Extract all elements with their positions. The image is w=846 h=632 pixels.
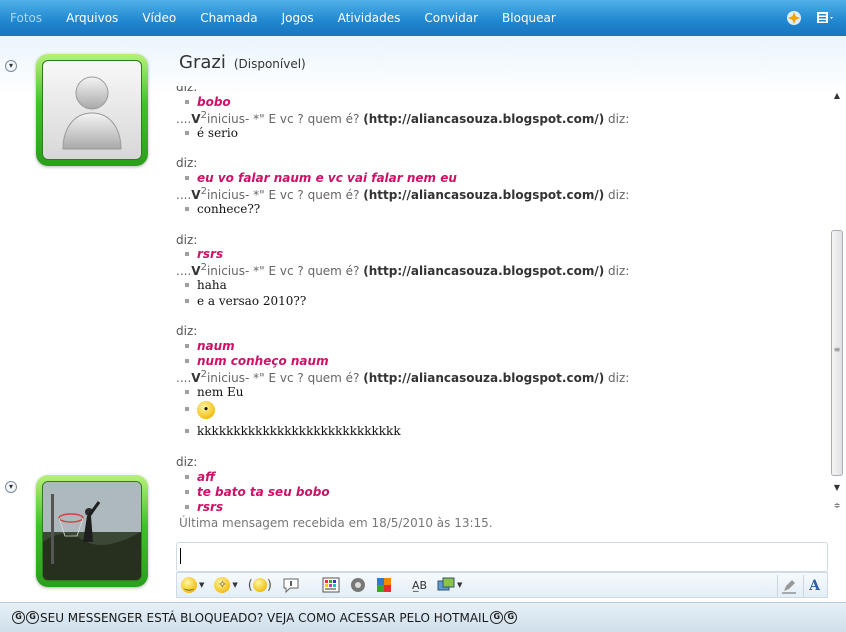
sender-header: ....V2inicius- *" E vc ? quem é? (http:/… — [176, 186, 630, 202]
spellcheck-icon[interactable]: A̲B — [412, 574, 427, 596]
chevron-down-icon[interactable]: ▾ — [5, 60, 17, 72]
smiley-icon[interactable]: ‿ ▼ — [181, 574, 204, 596]
ink-icon[interactable] — [777, 575, 799, 597]
confused-emoticon-icon: • — [197, 401, 215, 419]
message-line: nem Eu — [176, 385, 244, 399]
sender-header: ....V2inicius- *" E vc ? quem é? (http:/… — [176, 369, 630, 385]
compose-toolbar: ‿ ▼ ✧ ▼ () A̲B ▼ A — [176, 572, 828, 598]
menu-atividades[interactable]: Atividades — [338, 11, 401, 25]
scroll-expand-icon[interactable]: ≑ — [830, 500, 844, 512]
wink-icon[interactable]: ✧ ▼ — [214, 574, 238, 596]
conversation-history[interactable]: diz: bobo ....V2inicius- *" E vc ? quem … — [176, 86, 830, 514]
nudge-icon[interactable]: () — [248, 574, 272, 596]
menu-jogos[interactable]: Jogos — [282, 11, 314, 25]
message-line: eu vo falar naum e vc vai falar nem eu — [176, 171, 457, 185]
menu-fotos[interactable]: Fotos — [10, 11, 42, 25]
message-line: haha — [176, 278, 227, 292]
games-share-icon[interactable] — [376, 574, 392, 596]
default-user-icon — [62, 76, 122, 150]
message-line: naum — [176, 339, 235, 353]
menubar: Fotos Arquivos Vídeo Chamada Jogos Ativi… — [0, 0, 846, 36]
logo-g-icon: G — [12, 611, 25, 624]
message-line: rsrs — [176, 247, 223, 261]
scroll-down-arrow-icon[interactable]: ▼ — [830, 482, 844, 494]
display-pictures-icon[interactable]: ▼ — [437, 574, 462, 596]
ad-banner-text[interactable]: SEU MESSENGER ESTÁ BLOQUEADO? VEJA COMO … — [40, 611, 488, 625]
contact-name: Grazi — [179, 52, 226, 73]
sender-header: ....V2inicius- *" E vc ? quem é? (http:/… — [176, 110, 630, 126]
message-line: • — [176, 401, 215, 419]
message-input[interactable] — [176, 542, 828, 572]
contact-header: Grazi (Disponível) — [179, 52, 306, 73]
message-line: rsrs — [176, 500, 223, 514]
font-icon[interactable]: A — [803, 575, 825, 597]
sender-label: diz: — [176, 233, 198, 247]
sender-label: diz: — [176, 86, 198, 94]
sparkle-icon[interactable] — [784, 8, 804, 28]
history-scrollbar[interactable]: ▲ ≡ ▼ ≑ — [830, 86, 844, 516]
user-avatar[interactable] — [36, 475, 148, 587]
ad-banner[interactable]: GG SEU MESSENGER ESTÁ BLOQUEADO? VEJA CO… — [0, 602, 846, 632]
voice-clip-icon[interactable] — [282, 574, 300, 596]
contact-avatar[interactable] — [36, 54, 148, 166]
logo-g-icon: G — [490, 611, 504, 624]
menu-bloquear[interactable]: Bloquear — [502, 11, 556, 25]
sender-label: diz: — [176, 324, 198, 338]
sender-header: ....V2inicius- *" E vc ? quem é? (http:/… — [176, 262, 630, 278]
message-line: conhece?? — [176, 202, 260, 216]
photo-image — [43, 482, 141, 580]
menu-chamada[interactable]: Chamada — [200, 11, 257, 25]
menu-arquivos[interactable]: Arquivos — [66, 11, 118, 25]
contact-status: (Disponível) — [233, 57, 306, 71]
message-line: e a versao 2010?? — [176, 294, 306, 308]
sender-label: diz: — [176, 455, 198, 469]
last-message-timestamp: Última mensagem recebida em 18/5/2010 às… — [179, 516, 493, 530]
chevron-down-icon[interactable]: ▾ — [5, 481, 17, 493]
message-line: num conheço naum — [176, 354, 329, 368]
message-line: é serio — [176, 126, 238, 140]
menu-video[interactable]: Vídeo — [142, 11, 176, 25]
message-line: te bato ta seu bobo — [176, 485, 330, 499]
backgrounds-icon[interactable] — [322, 574, 340, 596]
message-line: kkkkkkkkkkkkkkkkkkkkkkkkkkkk — [176, 424, 401, 438]
message-line: bobo — [176, 95, 231, 109]
sound-icon[interactable] — [350, 574, 366, 596]
scroll-thumb[interactable]: ≡ — [831, 230, 843, 476]
logo-g-icon: G — [26, 611, 39, 624]
menu-convidar[interactable]: Convidar — [424, 11, 478, 25]
text-caret — [180, 548, 181, 564]
message-line: aff — [176, 470, 215, 484]
scroll-up-arrow-icon[interactable]: ▲ — [830, 90, 844, 102]
menu-icon[interactable] — [816, 8, 836, 28]
logo-g-icon: G — [504, 611, 518, 624]
sender-label: diz: — [176, 156, 198, 170]
